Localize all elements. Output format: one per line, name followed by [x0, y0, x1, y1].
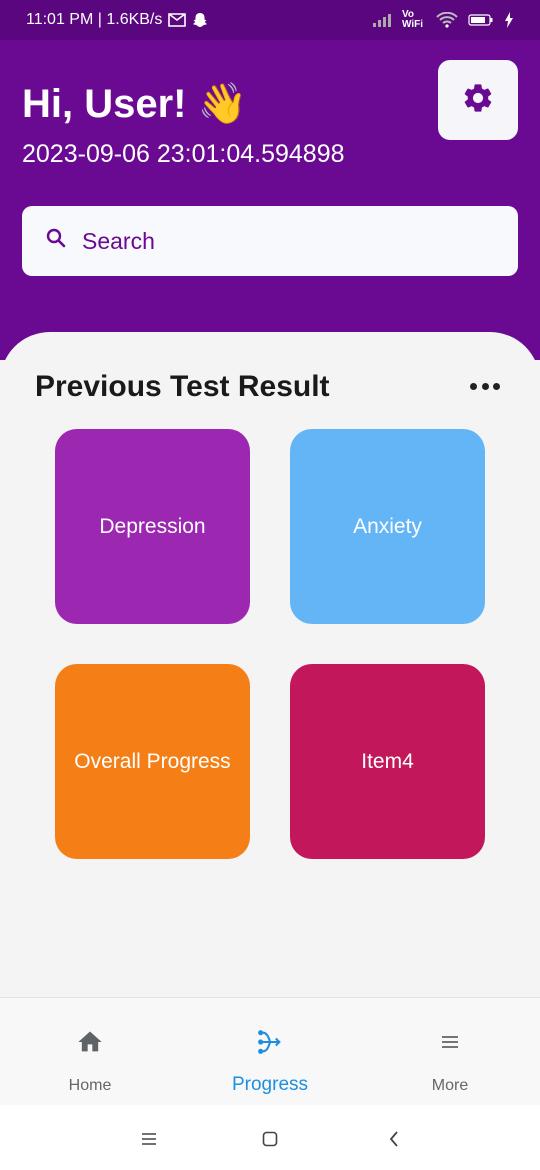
- system-nav-bar: [0, 1105, 540, 1170]
- charging-icon: [504, 12, 514, 28]
- status-bar: 11:01 PM | 1.6KB/s Vo WiFi: [0, 0, 540, 40]
- tile-label: Item4: [361, 749, 414, 773]
- tile-item4[interactable]: Item4: [290, 664, 485, 859]
- nav-label-more: More: [431, 1077, 469, 1094]
- nav-item-home[interactable]: Home: [0, 998, 180, 1106]
- more-horizontal-icon[interactable]: [466, 376, 504, 396]
- tile-anxiety[interactable]: Anxiety: [290, 429, 485, 624]
- wifi-icon: [436, 12, 458, 28]
- section-title: Previous Test Result: [35, 370, 330, 403]
- tile-depression[interactable]: Depression: [55, 429, 250, 624]
- search-icon: [44, 226, 68, 256]
- nav-item-progress[interactable]: Progress: [180, 998, 360, 1106]
- recent-apps-icon[interactable]: [135, 1125, 163, 1153]
- tile-label: Overall Progress: [74, 749, 231, 773]
- status-time: 11:01 PM | 1.6KB/s: [26, 11, 163, 28]
- vowifi-label: Vo WiFi: [402, 9, 424, 30]
- nav-item-more[interactable]: More: [360, 998, 540, 1106]
- battery-icon: [468, 13, 494, 27]
- settings-button[interactable]: [438, 60, 518, 140]
- gear-icon: [461, 81, 495, 120]
- back-icon[interactable]: [380, 1125, 408, 1153]
- nav-label-progress: Progress: [231, 1074, 309, 1095]
- tile-overall-progress[interactable]: Overall Progress: [55, 664, 250, 859]
- header: Hi, User! 👋 2023-09-06 23:01:04.594898 S…: [0, 40, 540, 360]
- timestamp: 2023-09-06 23:01:04.594898: [22, 140, 345, 168]
- home-icon: [76, 1026, 104, 1058]
- bottom-nav: Home Progress More: [0, 997, 540, 1105]
- tile-label: Depression: [99, 514, 206, 538]
- menu-icon: [440, 1026, 460, 1058]
- signal-icon: [372, 13, 392, 27]
- search-input[interactable]: Search: [22, 206, 518, 276]
- home-button-icon[interactable]: [256, 1125, 284, 1153]
- greeting-title: Hi, User! 👋: [22, 82, 248, 126]
- tile-label: Anxiety: [353, 514, 422, 538]
- search-placeholder: Search: [82, 227, 155, 254]
- nav-label-home: Home: [68, 1077, 112, 1094]
- snapchat-icon: [192, 12, 208, 28]
- progress-icon: [256, 1026, 284, 1058]
- main-content: Previous Test Result Depression Anxiety …: [0, 332, 540, 1002]
- gmail-icon: [168, 13, 187, 27]
